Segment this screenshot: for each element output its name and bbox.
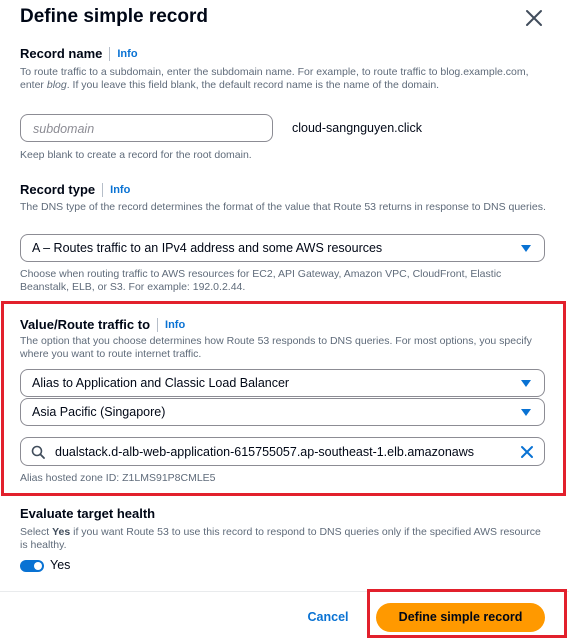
record-name-hint: Keep blank to create a record for the ro… [20,149,252,161]
clear-icon[interactable] [520,445,534,459]
subdomain-input[interactable]: subdomain [20,114,273,142]
label-separator [109,46,111,61]
evaluate-health-toggle[interactable] [20,560,44,572]
record-name-info-link[interactable]: Info [117,48,137,60]
record-type-label-row: Record type Info [20,182,130,197]
evaluate-health-toggle-label: Yes [50,558,71,572]
record-name-description-example: blog [46,79,67,91]
record-type-description: The DNS type of the record determines th… [20,201,546,213]
label-separator [102,182,104,197]
load-balancer-value: dualstack.d-alb-web-application-61575505… [55,445,475,459]
close-icon[interactable] [524,8,544,28]
region-select[interactable]: Asia Pacific (Singapore) [20,398,545,426]
endpoint-select[interactable]: Alias to Application and Classic Load Ba… [20,369,545,397]
toggle-knob [34,562,42,570]
health-description-text-end: if you want Route 53 to use this record … [20,526,541,551]
record-name-label: Record name [20,46,103,61]
health-label: Evaluate target health [20,506,156,521]
define-simple-record-button[interactable]: Define simple record [376,603,545,632]
record-type-select[interactable]: A – Routes traffic to an IPv4 address an… [20,234,545,262]
health-description: Select Yes if you want Route 53 to use t… [20,526,550,552]
record-type-info-link[interactable]: Info [110,184,130,196]
health-label-row: Evaluate target health [20,506,155,521]
health-description-text: Select [20,526,53,538]
record-name-description-text-end: . If you leave this field blank, the def… [66,79,440,91]
caret-down-icon [521,380,531,387]
endpoint-selected: Alias to Application and Classic Load Ba… [32,376,290,390]
value-route-description: The option that you choose determines ho… [20,335,532,360]
value-route-info-link[interactable]: Info [165,319,185,331]
region-selected: Asia Pacific (Singapore) [32,405,166,419]
search-icon [31,445,45,459]
cancel-button[interactable]: Cancel [300,606,356,628]
label-separator [157,317,159,332]
caret-down-icon [521,409,531,416]
record-type-selected: A – Routes traffic to an IPv4 address an… [32,241,383,255]
alias-hosted-zone-id: Alias hosted zone ID: Z1LMS91P8CMLE5 [20,472,216,484]
domain-suffix: cloud-sangnguyen.click [292,121,422,135]
caret-down-icon [521,245,531,252]
record-type-label: Record type [20,182,96,197]
value-route-label: Value/Route traffic to [20,317,151,332]
subdomain-placeholder: subdomain [33,122,95,136]
load-balancer-search-input[interactable]: dualstack.d-alb-web-application-61575505… [20,437,545,466]
record-name-label-row: Record name Info [20,46,138,61]
value-route-label-row: Value/Route traffic to Info [20,317,185,332]
record-type-hint: Choose when routing traffic to AWS resou… [20,268,502,293]
record-name-description: To route traffic to a subdomain, enter t… [20,66,550,92]
health-description-bold: Yes [52,526,71,538]
modal-title: Define simple record [20,6,208,27]
